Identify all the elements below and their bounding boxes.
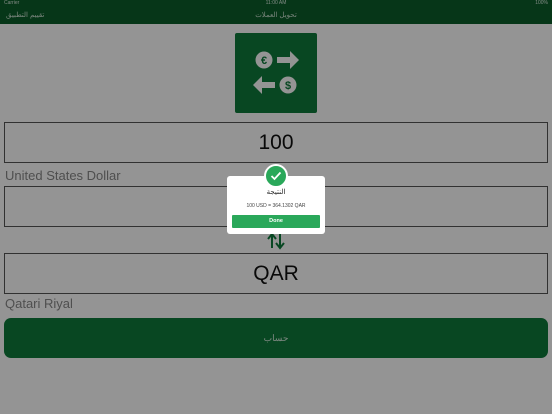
result-title: النتيجة [266, 189, 286, 196]
done-button[interactable]: Done [232, 215, 320, 228]
checkmark-icon [264, 164, 288, 188]
result-message: 100 USD = 364.1302 QAR [246, 203, 306, 209]
